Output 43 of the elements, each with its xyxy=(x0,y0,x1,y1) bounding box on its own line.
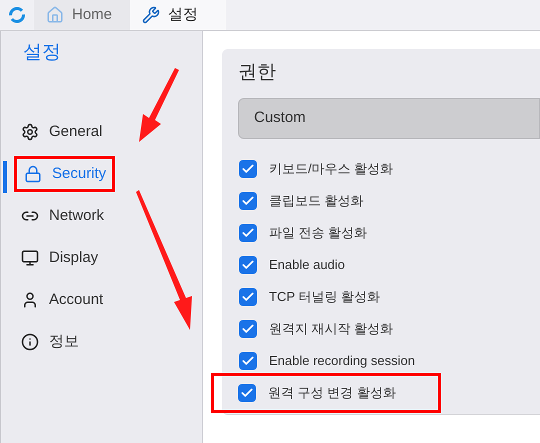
check-icon xyxy=(241,226,255,240)
gear-icon xyxy=(21,123,39,141)
app-logo-icon xyxy=(8,6,26,24)
check-icon xyxy=(241,290,255,304)
checkbox[interactable] xyxy=(238,384,256,402)
sidebar-item[interactable]: Account xyxy=(14,282,110,318)
home-icon xyxy=(46,6,64,24)
sidebar-item[interactable]: Security xyxy=(14,156,116,192)
tab[interactable]: 설정 xyxy=(130,0,226,30)
checkbox[interactable] xyxy=(239,352,257,370)
permission-checkbox-row[interactable]: 키보드/마우스 활성화 xyxy=(238,158,394,180)
sidebar-item[interactable]: 정보 xyxy=(14,324,85,360)
person-icon xyxy=(21,291,39,309)
permission-checkbox-row[interactable]: Enable recording session xyxy=(238,350,415,372)
checkbox[interactable] xyxy=(239,288,257,306)
permission-checkbox-row[interactable]: Enable audio xyxy=(238,254,345,276)
sidebar-item[interactable]: Network xyxy=(14,198,110,234)
tab[interactable]: Home xyxy=(34,0,130,30)
sidebar-item[interactable]: General xyxy=(14,114,108,150)
checkbox[interactable] xyxy=(239,320,257,338)
info-icon xyxy=(21,333,39,351)
permission-checkbox-row[interactable]: TCP 터널링 활성화 xyxy=(238,286,380,308)
check-icon xyxy=(241,162,255,176)
sidebar-item[interactable]: Display xyxy=(14,240,104,276)
permission-checkbox-row[interactable]: 클립보드 활성화 xyxy=(238,190,364,212)
checkbox[interactable] xyxy=(239,224,257,242)
permission-checkbox-row[interactable]: 원격지 재시작 활성화 xyxy=(238,318,394,340)
check-icon xyxy=(241,354,255,368)
monitor-icon xyxy=(21,249,39,267)
check-icon xyxy=(241,194,255,208)
sidebar-title: 설정 xyxy=(22,41,62,65)
permission-checkbox-row[interactable]: 파일 전송 활성화 xyxy=(238,222,368,244)
permission-checkbox-row[interactable]: 원격 구성 변경 활성화 xyxy=(211,373,441,413)
wrench-icon xyxy=(142,6,160,24)
preset-dropdown[interactable]: Custom xyxy=(238,98,540,139)
check-icon xyxy=(240,386,254,400)
checkbox[interactable] xyxy=(239,192,257,210)
section-title: 권한 xyxy=(238,61,277,85)
check-icon xyxy=(241,322,255,336)
lock-icon xyxy=(24,165,42,183)
checkbox[interactable] xyxy=(239,256,257,274)
checkbox[interactable] xyxy=(239,160,257,178)
check-icon xyxy=(241,258,255,272)
